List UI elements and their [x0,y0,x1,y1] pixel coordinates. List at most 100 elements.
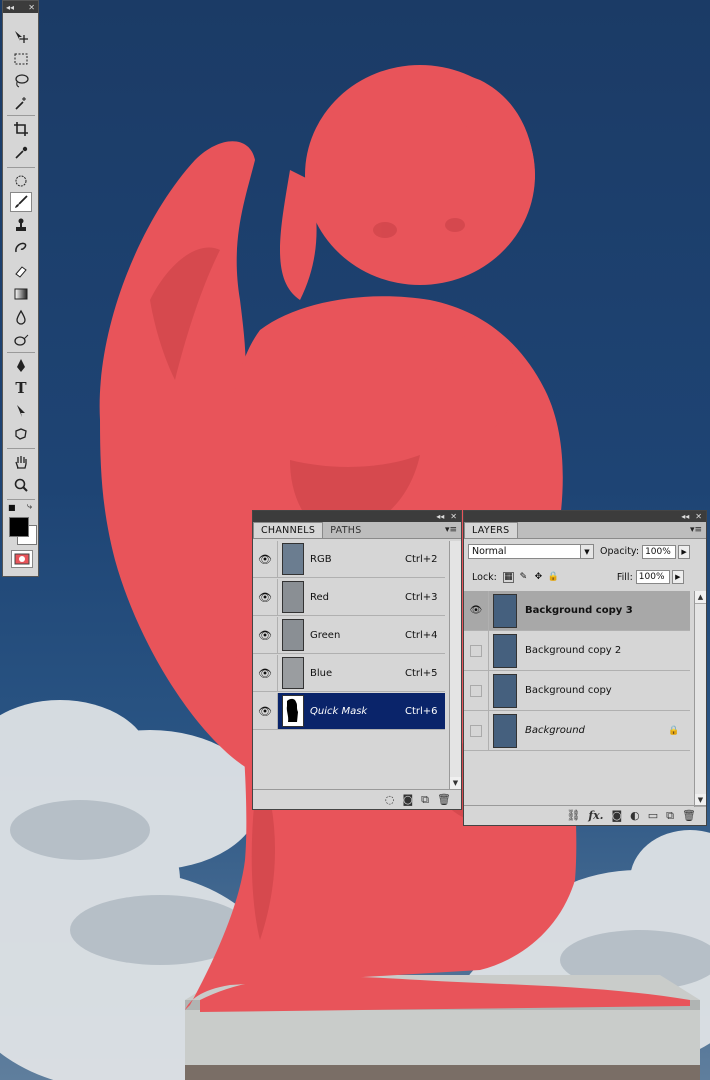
layers-footer: ⛓ fx. ◙ ◐ ▭ ⧉ 🗑 [464,805,706,825]
swap-colors-icon[interactable]: ⤷ [27,502,32,512]
new-channel-icon[interactable]: ⧉ [421,793,429,807]
quick-mask-icon[interactable] [11,550,33,568]
crop-tool-icon[interactable] [10,119,32,139]
collapse-icon[interactable]: ◂◂ [6,3,14,12]
new-layer-icon[interactable]: ⧉ [666,809,674,823]
channel-thumbnail [282,695,304,727]
mask-icon[interactable]: ◙ [611,809,622,822]
layers-tabs: LAYERS ▾≡ [464,522,706,539]
channel-shortcut: Ctrl+4 [405,629,438,641]
close-icon[interactable]: ✕ [450,512,457,521]
eyedropper-tool-icon[interactable] [10,143,32,163]
visibility-toggle[interactable] [464,671,489,710]
eye-icon[interactable]: 👁 [464,591,489,630]
channel-name: Red [310,591,329,603]
eye-icon[interactable]: 👁 [253,655,278,691]
delete-layer-icon[interactable]: 🗑 [682,809,696,822]
clone-stamp-tool-icon[interactable] [10,215,32,235]
collapse-icon[interactable]: ◂◂ [681,512,689,521]
channels-tabs: CHANNELS PATHS ▾≡ [253,522,461,539]
fill-field[interactable]: 100% [635,570,670,584]
channel-shortcut: Ctrl+6 [405,705,438,717]
channel-thumbnail [282,543,304,575]
hand-tool-icon[interactable] [10,452,32,472]
channel-row-blue[interactable]: 👁 Blue Ctrl+5 [253,655,445,692]
layer-row[interactable]: Background copy [464,671,690,711]
lock-label: Lock: [472,571,497,583]
channel-row-red[interactable]: 👁 Red Ctrl+3 [253,579,445,616]
layer-thumbnail [493,593,517,628]
visibility-toggle[interactable] [464,631,489,670]
tab-layers[interactable]: LAYERS [464,522,518,538]
channels-panel: ◂◂ ✕ CHANNELS PATHS ▾≡ 👁 RGB Ctrl+2 👁 Re… [252,510,462,810]
pen-tool-icon[interactable] [10,356,32,376]
zoom-tool-icon[interactable] [10,475,32,495]
channel-thumbnail [282,619,304,651]
scroll-up-icon[interactable]: ▲ [695,591,706,604]
link-icon[interactable]: ⛓ [566,809,580,822]
channels-footer: ◌ ◙ ⧉ 🗑 [253,789,461,809]
move-tool-icon[interactable] [10,27,32,47]
fill-slider-arrow-icon[interactable]: ▶ [671,570,684,584]
channel-name: Quick Mask [310,705,368,717]
marquee-tool-icon[interactable] [10,49,32,69]
layers-panel-header: ◂◂ ✕ [464,511,706,522]
group-icon[interactable]: ▭ [648,809,658,822]
lock-position-icon[interactable]: ✥ [533,572,544,583]
tab-channels[interactable]: CHANNELS [253,522,324,538]
layer-row[interactable]: 👁 Background copy 3 [464,591,690,631]
custom-shape-tool-icon[interactable] [10,424,32,444]
chevron-down-icon: ▼ [580,545,593,558]
path-selection-tool-icon[interactable] [10,401,32,421]
brush-tool-icon[interactable] [10,192,32,212]
channels-scrollbar[interactable]: ▼ [449,541,461,790]
collapse-icon[interactable]: ◂◂ [436,512,444,521]
blur-tool-icon[interactable] [10,307,32,327]
channel-row-green[interactable]: 👁 Green Ctrl+4 [253,617,445,654]
gradient-tool-icon[interactable] [10,284,32,304]
tab-paths[interactable]: PATHS [323,523,368,538]
blend-mode-select[interactable]: Normal ▼ [468,544,594,559]
spot-healing-tool-icon[interactable] [10,171,32,191]
type-tool-icon[interactable]: T [10,378,32,398]
channel-shortcut: Ctrl+2 [405,553,438,565]
panel-menu-icon[interactable]: ▾≡ [445,525,457,535]
toolbox-header: ◂◂ ✕ [3,1,38,13]
lock-all-icon[interactable]: 🔒 [548,572,559,583]
close-icon[interactable]: ✕ [28,3,35,12]
magic-wand-tool-icon[interactable] [10,93,32,113]
layer-row-background[interactable]: Background 🔒 [464,711,690,751]
foreground-color-swatch[interactable] [9,517,29,537]
eye-icon[interactable]: 👁 [253,579,278,615]
eye-icon[interactable]: 👁 [253,541,278,577]
channel-row-quick-mask[interactable]: 👁 Quick Mask Ctrl+6 [253,693,445,730]
opacity-field[interactable]: 100% [642,544,677,559]
lock-icon: 🔒 [668,725,680,736]
visibility-toggle[interactable] [464,711,489,750]
channel-row-rgb[interactable]: 👁 RGB Ctrl+2 [253,541,445,578]
panel-menu-icon[interactable]: ▾≡ [690,525,702,535]
lock-pixels-icon[interactable]: ✎ [518,572,529,583]
adjustment-icon[interactable]: ◐ [630,809,640,822]
default-colors-icon[interactable]: ■ [8,503,16,512]
channel-name: Green [310,629,341,641]
channel-shortcut: Ctrl+3 [405,591,438,603]
close-icon[interactable]: ✕ [695,512,702,521]
fx-icon[interactable]: fx. [588,809,603,822]
lasso-tool-icon[interactable] [10,71,32,91]
channel-shortcut: Ctrl+5 [405,667,438,679]
eraser-tool-icon[interactable] [10,261,32,281]
layer-row[interactable]: Background copy 2 [464,631,690,671]
layer-name: Background copy 2 [525,645,622,656]
delete-channel-icon[interactable]: 🗑 [437,793,451,806]
eye-icon[interactable]: 👁 [253,693,278,729]
opacity-slider-arrow-icon[interactable]: ▶ [678,544,691,559]
eye-icon[interactable]: 👁 [253,617,278,653]
load-selection-icon[interactable]: ◌ [385,793,395,806]
lock-transparency-icon[interactable]: ▦ [502,571,514,583]
history-brush-tool-icon[interactable] [10,238,32,258]
tools-panel: ◂◂ ✕ T ■ ⤷ [2,0,39,577]
dodge-tool-icon[interactable] [10,330,32,350]
save-selection-icon[interactable]: ◙ [402,793,413,806]
layers-scrollbar[interactable]: ▲ ▼ [694,591,706,807]
